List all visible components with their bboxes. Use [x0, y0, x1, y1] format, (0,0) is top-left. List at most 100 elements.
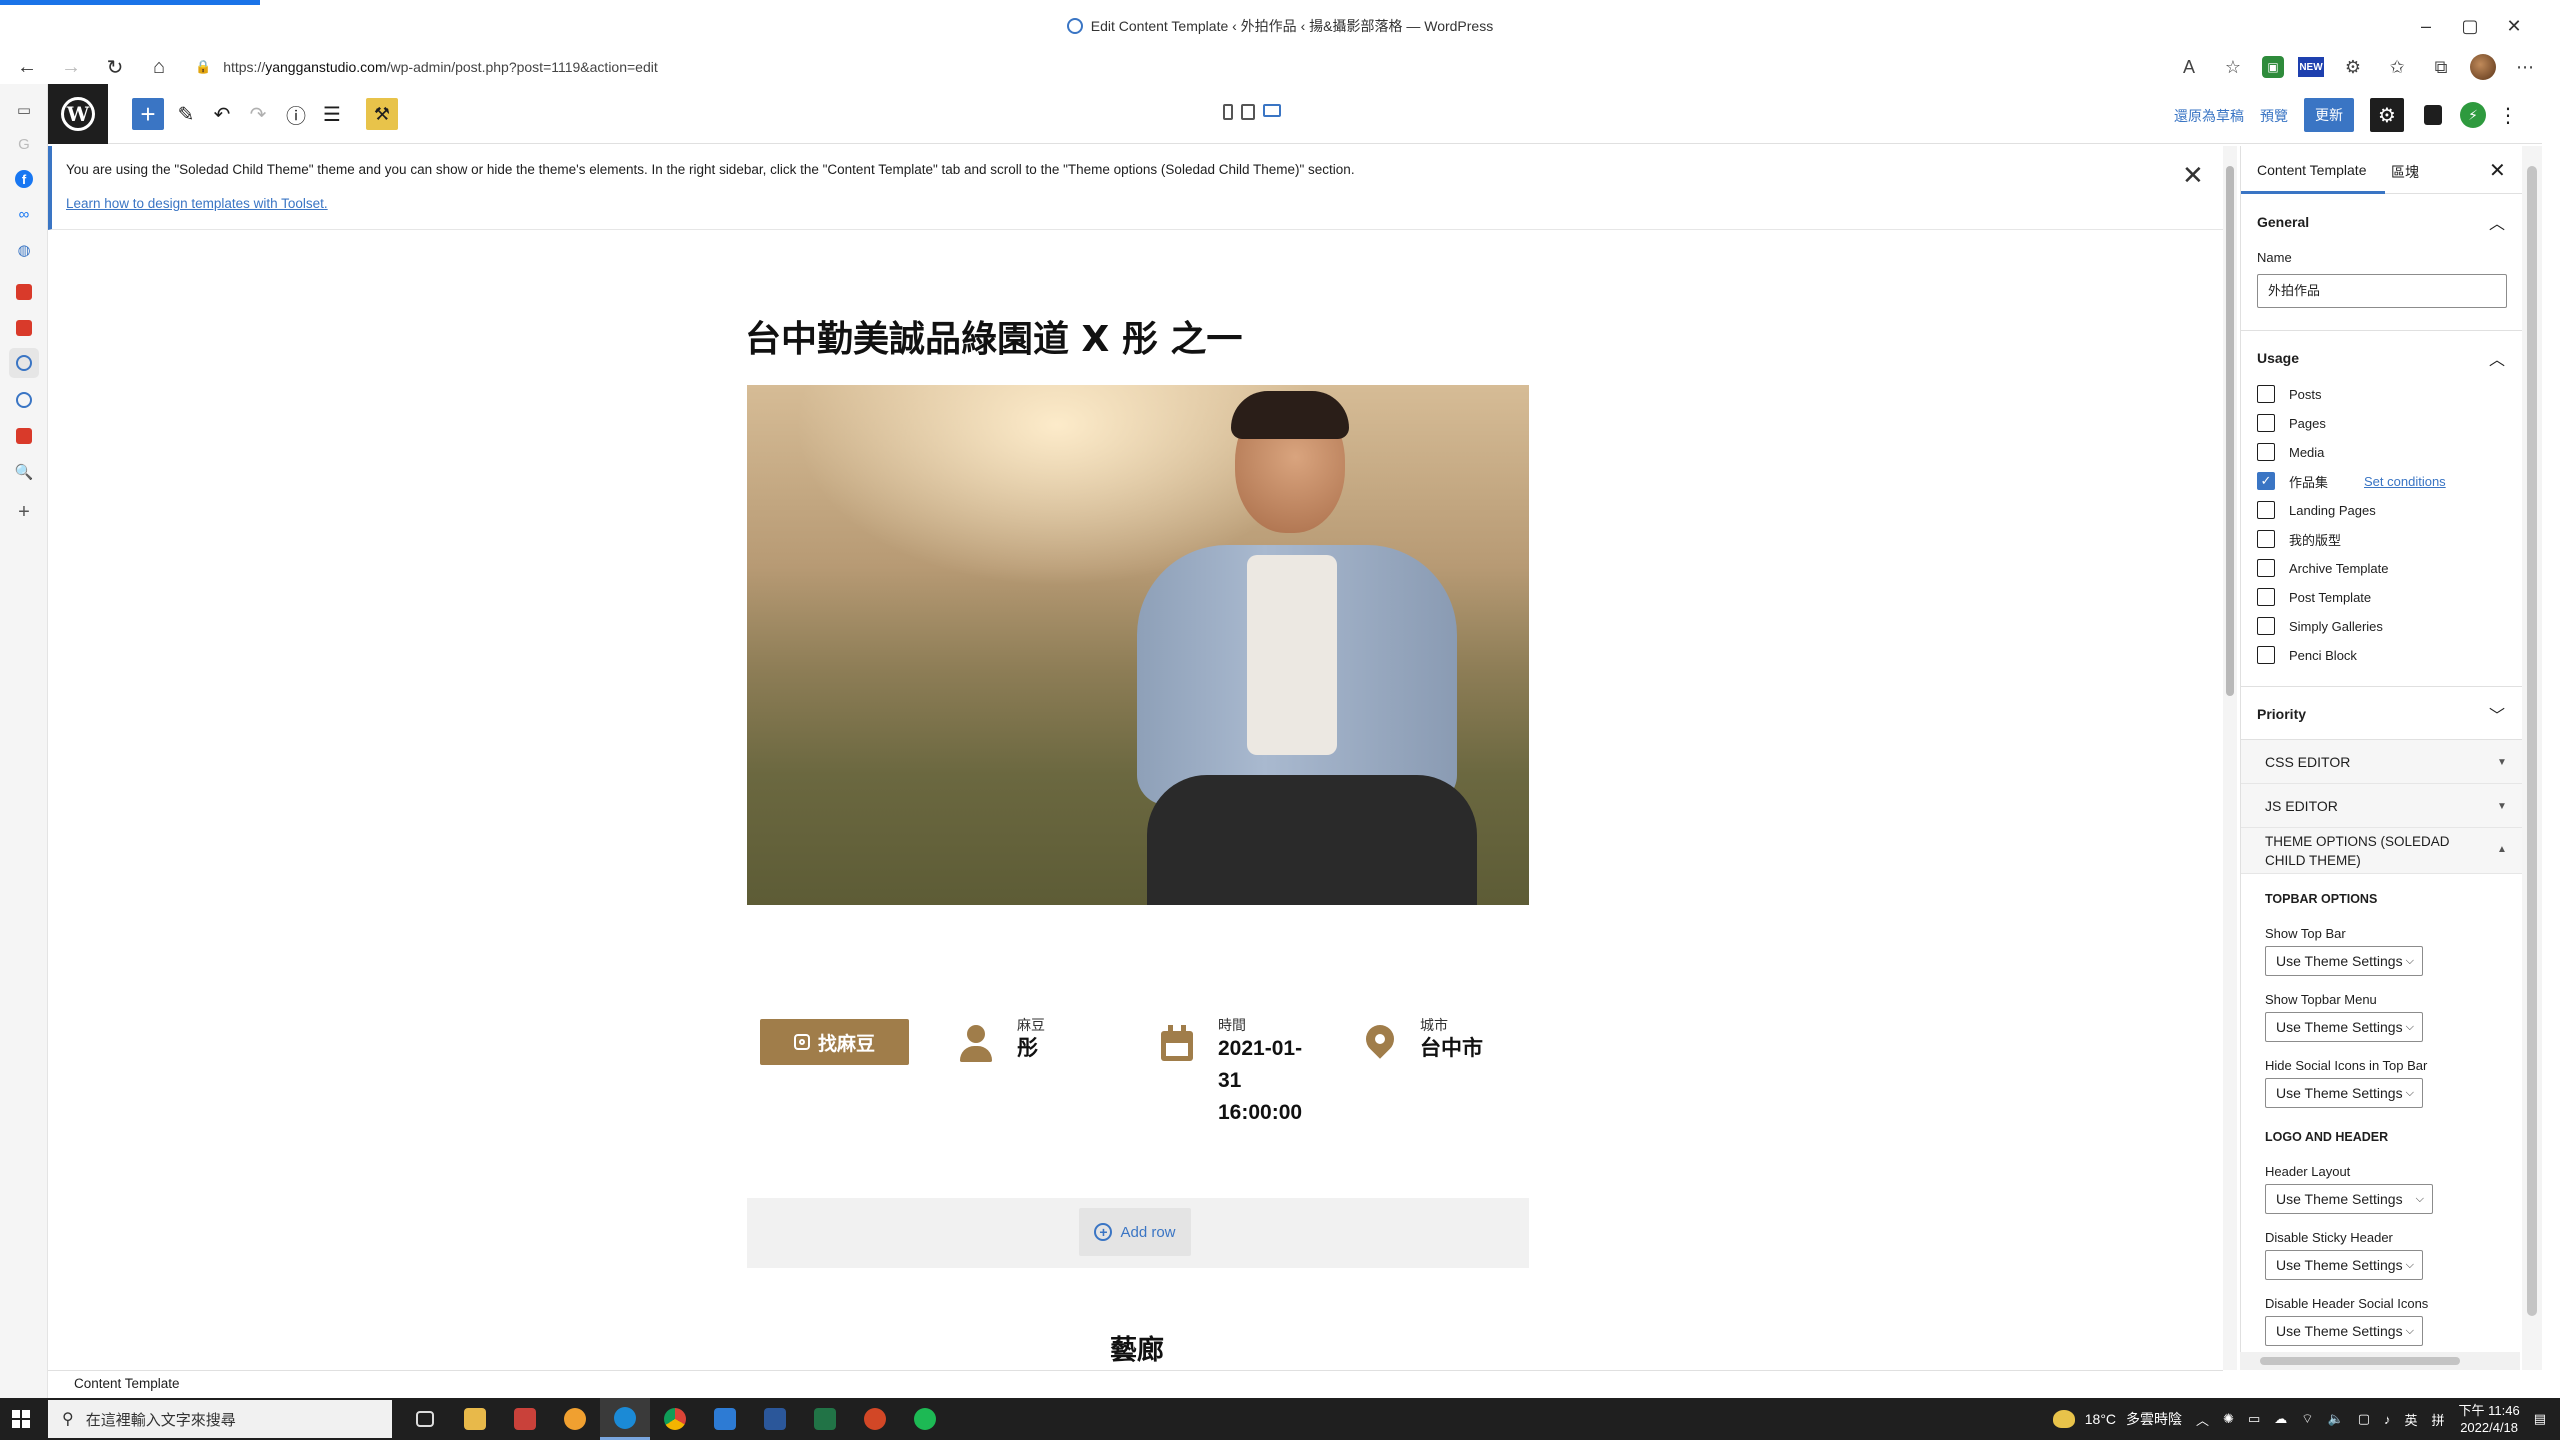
checkbox[interactable]: [2257, 530, 2275, 548]
notifications-icon[interactable]: ▤: [2534, 1411, 2546, 1427]
toolset-hammer-icon[interactable]: ⚒: [366, 98, 398, 130]
checkbox[interactable]: [2257, 414, 2275, 432]
checkbox[interactable]: [2257, 588, 2275, 606]
usage-item-simply-galleries[interactable]: Simply Galleries: [2257, 616, 2383, 636]
wordpress-icon-2[interactable]: [16, 392, 32, 408]
app-red-icon-3[interactable]: [16, 428, 32, 444]
word-icon[interactable]: [750, 1398, 800, 1440]
css-editor-accordion[interactable]: CSS EDITOR ▼: [2241, 740, 2522, 784]
details-info-icon[interactable]: ⓘ: [280, 98, 312, 130]
tools-pencil-icon[interactable]: ✎: [170, 98, 202, 130]
windows-start-icon[interactable]: [12, 1410, 30, 1428]
display-icon[interactable]: ▢: [2358, 1411, 2370, 1427]
toolset-plugin-icon[interactable]: [2418, 100, 2448, 130]
checkbox[interactable]: [2257, 443, 2275, 461]
usage-item-media[interactable]: Media: [2257, 442, 2324, 462]
usage-item-pages[interactable]: Pages: [2257, 413, 2326, 433]
excel-icon[interactable]: [800, 1398, 850, 1440]
powerpoint-icon[interactable]: [850, 1398, 900, 1440]
task-view-icon[interactable]: [400, 1398, 450, 1440]
set-conditions-link[interactable]: Set conditions: [2364, 474, 2446, 489]
close-sidebar-icon[interactable]: ✕: [2489, 158, 2506, 183]
undo-icon[interactable]: ↶: [206, 98, 238, 130]
volume-icon[interactable]: 🔈: [2328, 1411, 2344, 1427]
preview-link[interactable]: 預覽: [2260, 106, 2288, 126]
mobile-preview-icon[interactable]: [1223, 104, 1233, 120]
news-extension-icon[interactable]: NEW: [2298, 57, 2324, 77]
file-explorer-icon[interactable]: [450, 1398, 500, 1440]
show-top-bar-select[interactable]: Use Theme Settings ⌵: [2265, 946, 2423, 976]
tablet-preview-icon[interactable]: [1241, 104, 1255, 120]
globe-icon[interactable]: ◍: [12, 238, 36, 262]
template-name-input[interactable]: 外拍作品: [2257, 274, 2507, 308]
jetpack-icon[interactable]: ⚡: [2460, 102, 2486, 128]
desktop-preview-icon[interactable]: [1263, 104, 1281, 117]
maximize-icon[interactable]: ▢: [2450, 10, 2490, 42]
block-breadcrumb[interactable]: Content Template: [48, 1370, 2223, 1396]
favorites-icon[interactable]: ✩: [2382, 54, 2412, 80]
wordpress-logo[interactable]: W: [48, 84, 108, 144]
collections-icon[interactable]: ⧉: [2426, 54, 2456, 80]
facebook-icon[interactable]: f: [15, 170, 33, 188]
usage-item-archive-template[interactable]: Archive Template: [2257, 558, 2388, 578]
list-view-icon[interactable]: ☰: [316, 98, 348, 130]
mail-icon[interactable]: [700, 1398, 750, 1440]
notice-learn-link[interactable]: Learn how to design templates with Tools…: [66, 196, 328, 211]
home-icon[interactable]: ⌂: [142, 52, 176, 82]
gallery-heading[interactable]: 藝廊: [1110, 1328, 1164, 1367]
ime-mode[interactable]: 拼: [2432, 1410, 2445, 1429]
spotify-icon[interactable]: [900, 1398, 950, 1440]
find-model-button[interactable]: 找麻豆: [760, 1019, 909, 1065]
app-red-icon-2[interactable]: [16, 320, 32, 336]
refresh-icon[interactable]: ↻: [98, 52, 132, 82]
usage-item-posts[interactable]: Posts: [2257, 384, 2322, 404]
chrome-icon[interactable]: [650, 1398, 700, 1440]
battery-icon[interactable]: ▭: [2248, 1411, 2260, 1427]
profile-avatar[interactable]: [2470, 54, 2496, 80]
close-window-icon[interactable]: ✕: [2494, 10, 2534, 42]
tab-actions-icon[interactable]: ▭: [12, 98, 36, 122]
canvas-scrollbar[interactable]: [2223, 146, 2237, 1370]
theme-options-accordion[interactable]: THEME OPTIONS (SOLEDAD CHILD THEME) ▲: [2241, 828, 2522, 874]
favorite-star-icon[interactable]: ☆: [2218, 54, 2248, 80]
taskbar-clock[interactable]: 下午 11:46 2022/4/18: [2459, 1402, 2520, 1436]
back-icon[interactable]: ←: [10, 52, 44, 82]
more-options-icon[interactable]: ⋮: [2498, 100, 2518, 130]
checkbox-checked[interactable]: ✓: [2257, 472, 2275, 490]
checkbox[interactable]: [2257, 501, 2275, 519]
wordpress-sidebar-active[interactable]: [9, 348, 39, 378]
priority-panel-header[interactable]: Priority ﹀: [2241, 686, 2522, 740]
cloud-icon[interactable]: ☁: [2274, 1411, 2287, 1427]
disable-header-social-icons-select[interactable]: Use Theme Settings ⌵: [2265, 1316, 2423, 1346]
checkbox[interactable]: [2257, 617, 2275, 635]
update-button[interactable]: 更新: [2304, 98, 2354, 132]
sidebar-vertical-scrollbar[interactable]: [2522, 146, 2542, 1370]
redo-icon[interactable]: ↷: [242, 98, 274, 130]
notice-close-icon[interactable]: ✕: [2182, 160, 2204, 191]
tab-content-template[interactable]: Content Template: [2257, 162, 2366, 178]
switch-to-draft-link[interactable]: 還原為草稿: [2174, 106, 2244, 126]
extensions-icon[interactable]: ⚙: [2338, 54, 2368, 80]
add-sidebar-app-icon[interactable]: +: [12, 500, 36, 524]
green-extension-icon[interactable]: ▣: [2262, 56, 2284, 78]
checkbox[interactable]: [2257, 559, 2275, 577]
checkbox[interactable]: [2257, 385, 2275, 403]
minimize-icon[interactable]: –: [2406, 10, 2446, 42]
taskbar-search-box[interactable]: ⚲ 在這裡輸入文字來搜尋: [48, 1400, 392, 1438]
disable-sticky-header-select[interactable]: Use Theme Settings ⌵: [2265, 1250, 2423, 1280]
tray-app-icon[interactable]: ✺: [2223, 1411, 2234, 1427]
header-layout-select[interactable]: Use Theme Settings ⌵: [2265, 1184, 2433, 1214]
weather-app-icon[interactable]: [550, 1398, 600, 1440]
usage-item-penci-block[interactable]: Penci Block: [2257, 645, 2357, 665]
usage-item-portfolio[interactable]: ✓ 作品集 Set conditions: [2257, 471, 2446, 491]
usage-panel-header[interactable]: Usage ︿: [2241, 330, 2522, 384]
browser-menu-icon[interactable]: ⋯: [2510, 54, 2540, 80]
sidebar-horizontal-scrollbar[interactable]: [2240, 1352, 2520, 1370]
usage-item-landing-pages[interactable]: Landing Pages: [2257, 500, 2376, 520]
js-editor-accordion[interactable]: JS EDITOR ▼: [2241, 784, 2522, 828]
chevron-up-icon[interactable]: ︿: [2196, 1410, 2209, 1429]
app-red-icon-1[interactable]: [16, 284, 32, 300]
tab-block[interactable]: 區塊: [2391, 162, 2419, 182]
read-aloud-icon[interactable]: A: [2174, 54, 2204, 80]
add-row-button[interactable]: + Add row: [1079, 1208, 1191, 1256]
